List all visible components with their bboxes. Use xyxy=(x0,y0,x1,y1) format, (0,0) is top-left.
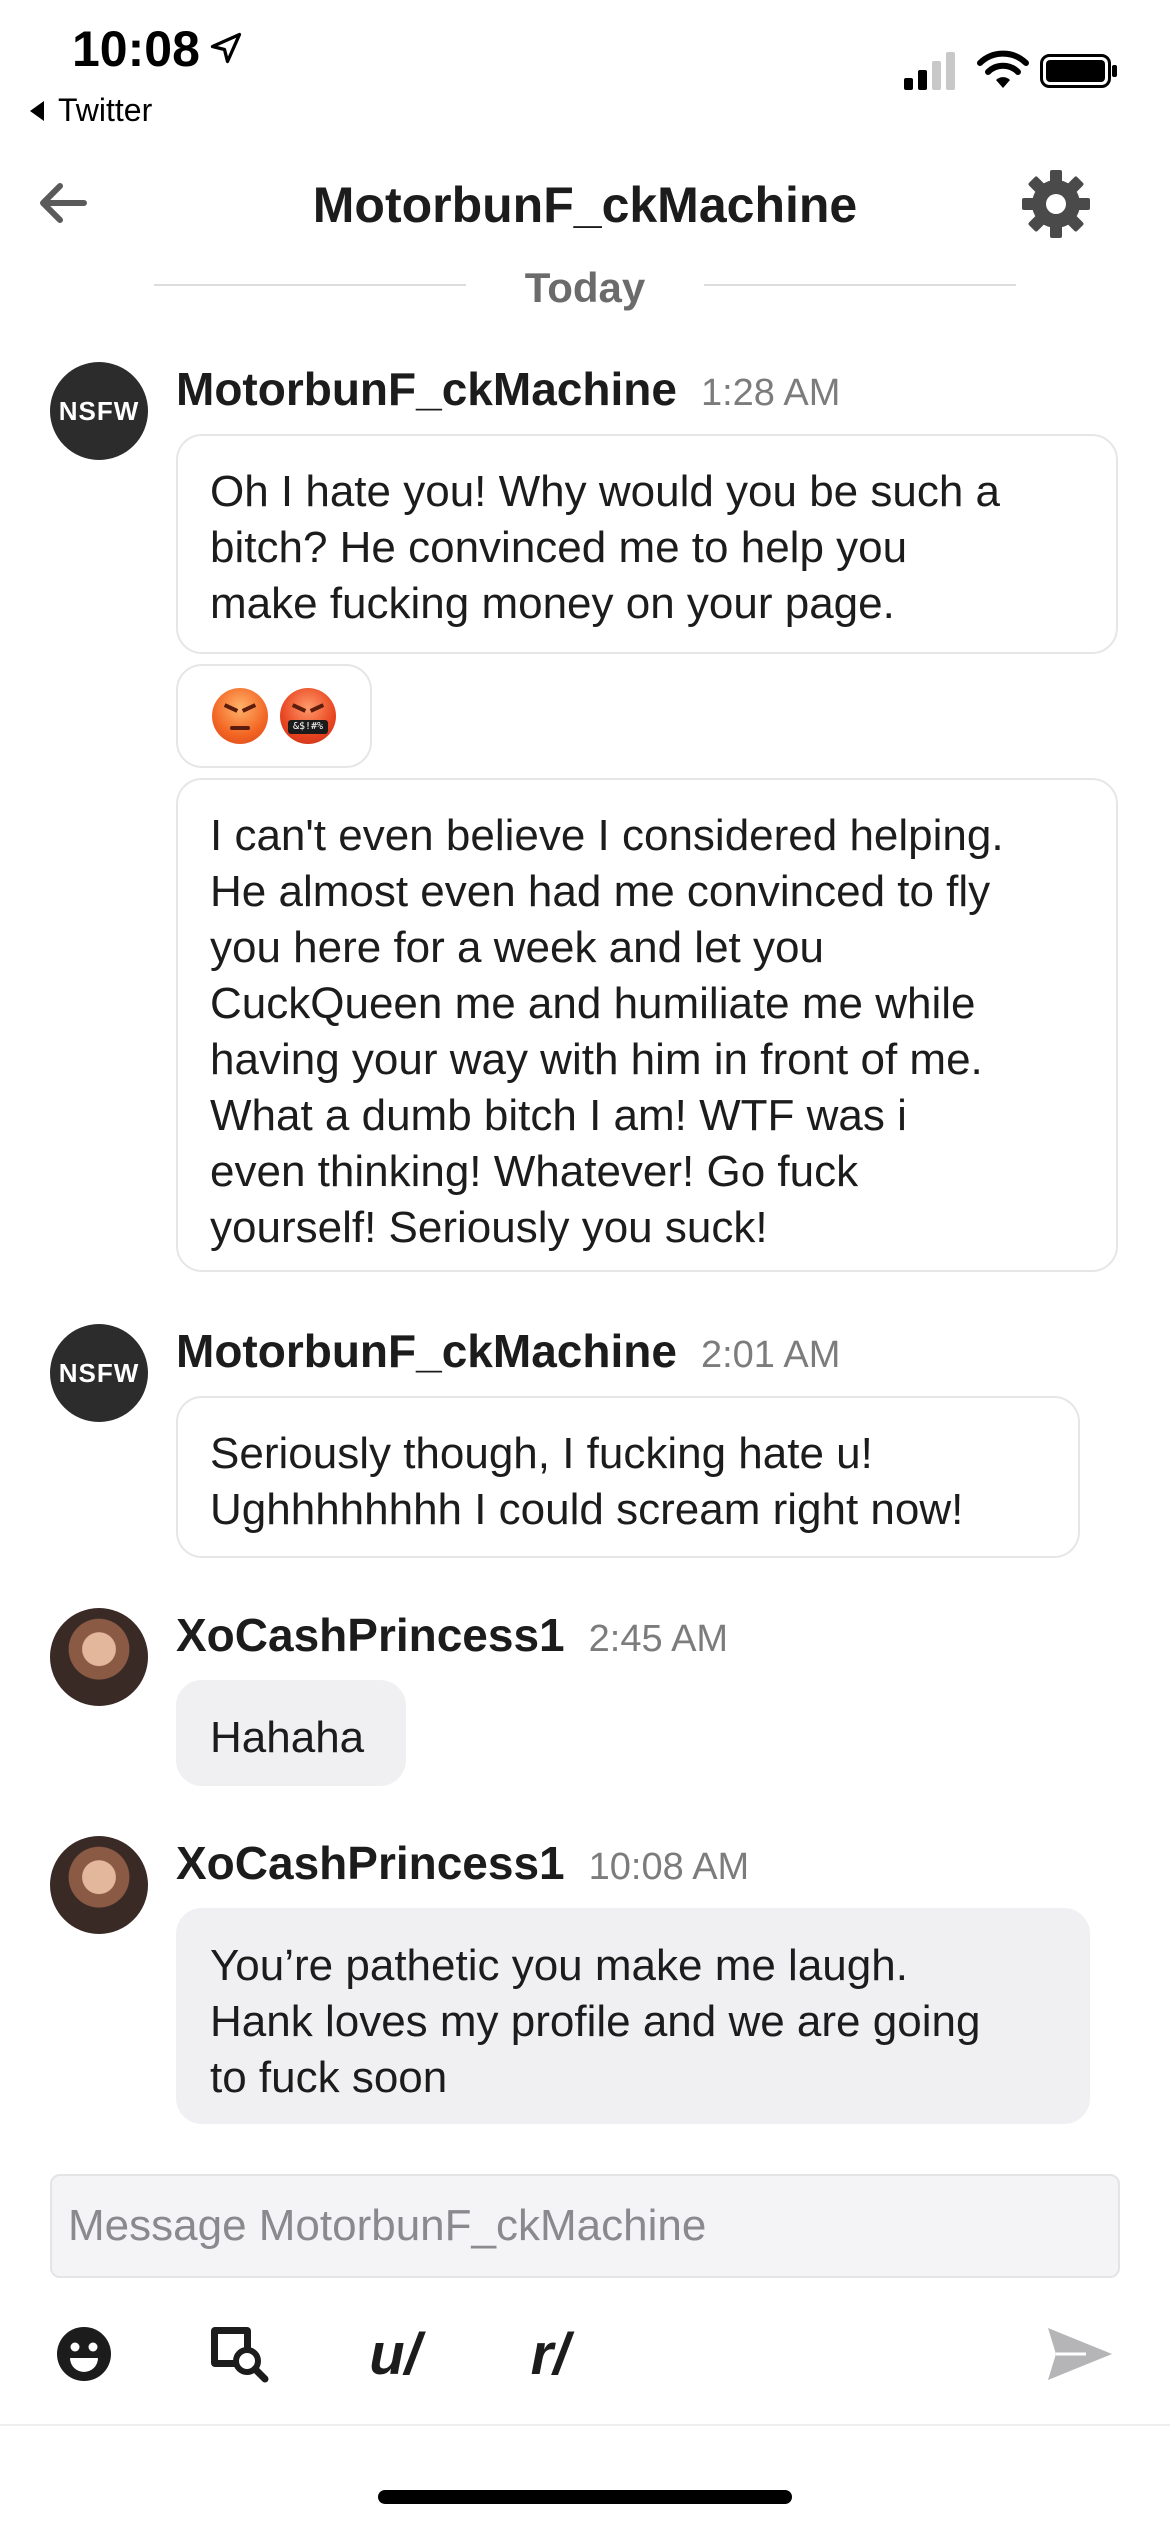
message-bubble[interactable]: Oh I hate you! Why would you be such a b… xyxy=(176,434,1118,654)
message-timestamp: 2:45 AM xyxy=(588,1618,729,1660)
send-button[interactable] xyxy=(1040,2314,1120,2394)
avatar[interactable]: NSFW xyxy=(50,1324,148,1422)
smiley-icon xyxy=(57,2327,111,2381)
battery-icon xyxy=(1040,54,1117,88)
cursing-symbols: &$!#% xyxy=(288,720,328,734)
back-app-label: Twitter xyxy=(58,92,153,128)
message-bubble[interactable]: I can't even believe I considered helpin… xyxy=(176,778,1118,1272)
message-bubble[interactable]: Hahaha xyxy=(176,1680,406,1786)
message-author[interactable]: MotorbunF_ckMachine xyxy=(176,362,677,416)
message-bubble[interactable]: Seriously though, I fucking hate u! Ughh… xyxy=(176,1396,1080,1558)
status-bar: 10:08 Twitter xyxy=(0,0,1170,140)
media-search-button[interactable] xyxy=(200,2314,280,2394)
chat-screen: 10:08 Twitter MotorbunF_ckMachine Today … xyxy=(0,0,1170,2532)
date-divider-label: Today xyxy=(524,264,646,311)
toolbar-divider xyxy=(0,2424,1170,2426)
message-header: MotorbunF_ckMachine 1:28 AM xyxy=(176,362,840,416)
avatar-nsfw-label: NSFW xyxy=(58,1357,140,1388)
message-timestamp: 1:28 AM xyxy=(700,372,841,414)
back-to-app-link[interactable]: Twitter xyxy=(30,92,152,129)
gear-icon[interactable] xyxy=(1016,164,1096,244)
message-header: XoCashPrincess1 2:45 AM xyxy=(176,1608,728,1662)
avatar[interactable] xyxy=(50,1608,148,1706)
date-divider: Today xyxy=(0,262,1170,312)
wifi-icon xyxy=(977,50,1029,88)
angry-face-emoji-icon xyxy=(212,688,268,744)
message-timestamp: 2:01 AM xyxy=(700,1334,841,1376)
chat-header: MotorbunF_ckMachine xyxy=(0,150,1170,260)
message-timestamp: 10:08 AM xyxy=(588,1846,750,1888)
avatar-nsfw-label: NSFW xyxy=(58,395,140,426)
message-composer xyxy=(50,2174,1120,2278)
message-author[interactable]: XoCashPrincess1 xyxy=(176,1836,565,1890)
send-icon xyxy=(1048,2328,1112,2380)
cursing-face-emoji-icon: &$!#% xyxy=(280,688,336,744)
location-arrow-icon xyxy=(210,32,242,64)
avatar[interactable] xyxy=(50,1836,148,1934)
subreddit-mention-button[interactable]: r/ xyxy=(510,2314,590,2394)
message-bubble[interactable]: You’re pathetic you make me laugh. Hank … xyxy=(176,1908,1090,2124)
message-header: XoCashPrincess1 10:08 AM xyxy=(176,1836,749,1890)
composer-toolbar: u/ r/ xyxy=(0,2300,1170,2410)
user-mention-button[interactable]: u/ xyxy=(350,2314,440,2394)
home-indicator[interactable] xyxy=(378,2490,792,2504)
avatar[interactable]: NSFW xyxy=(50,362,148,460)
message-input[interactable] xyxy=(52,2176,1118,2276)
message-header: MotorbunF_ckMachine 2:01 AM xyxy=(176,1324,840,1378)
message-author[interactable]: MotorbunF_ckMachine xyxy=(176,1324,677,1378)
back-triangle-icon xyxy=(30,100,44,121)
cellular-signal-icon xyxy=(904,52,955,90)
message-author[interactable]: XoCashPrincess1 xyxy=(176,1608,565,1662)
divider-line-right xyxy=(704,284,1016,286)
status-time: 10:08 xyxy=(72,21,200,77)
image-search-icon xyxy=(211,2327,269,2383)
emoji-button[interactable] xyxy=(48,2314,120,2394)
emoji-message-bubble[interactable]: &$!#% xyxy=(176,664,372,768)
chat-title: MotorbunF_ckMachine xyxy=(312,177,858,233)
